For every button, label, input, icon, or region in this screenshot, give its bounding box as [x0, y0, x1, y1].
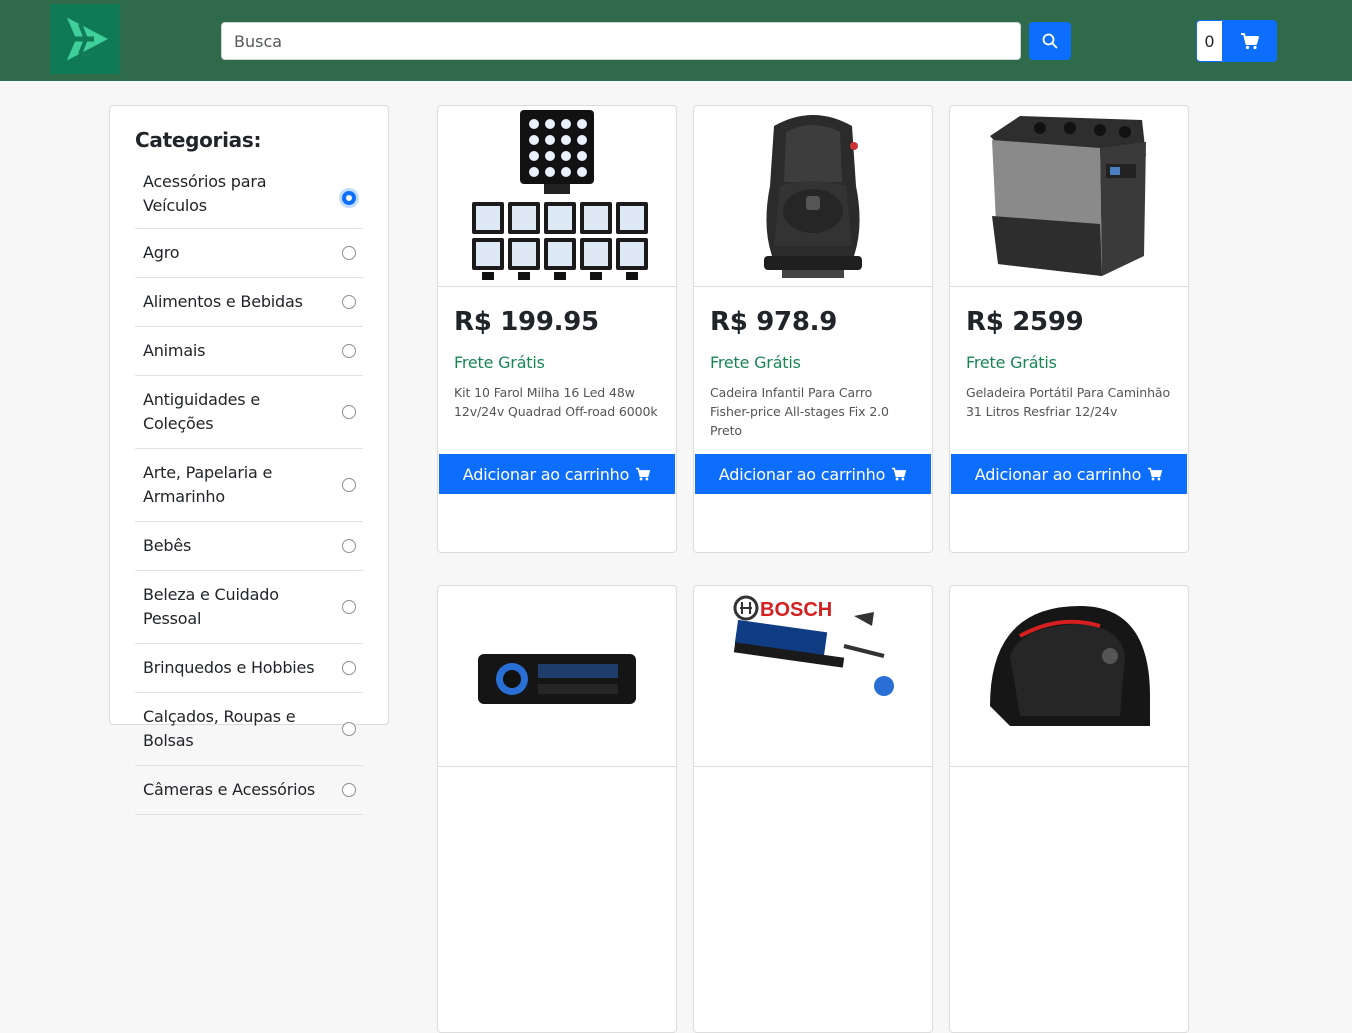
- header-bar: 0: [0, 0, 1352, 81]
- category-item[interactable]: Acessórios para Veículos: [135, 168, 363, 229]
- category-radio[interactable]: [342, 344, 356, 358]
- product-image-led-lights[interactable]: [438, 106, 676, 287]
- category-item[interactable]: Bebês: [135, 522, 363, 571]
- search-icon: [1042, 33, 1058, 49]
- category-item[interactable]: Arte, Papelaria e Armarinho: [135, 449, 363, 522]
- product-image-wiper-blades[interactable]: BOSCH: [694, 586, 932, 767]
- category-item[interactable]: Brinquedos e Hobbies: [135, 644, 363, 693]
- product-card: BOSCH: [693, 585, 933, 1033]
- add-to-cart-button[interactable]: Adicionar ao carrinho: [951, 454, 1187, 494]
- product-image-car-seat[interactable]: [694, 106, 932, 287]
- add-to-cart-button[interactable]: Adicionar ao carrinho: [695, 454, 931, 494]
- category-item[interactable]: Beleza e Cuidado Pessoal: [135, 571, 363, 644]
- product-card: [949, 585, 1189, 1033]
- category-label: Calçados, Roupas e Bolsas: [143, 707, 296, 750]
- category-radio[interactable]: [342, 783, 356, 797]
- cart-button[interactable]: [1222, 20, 1277, 62]
- product-price: R$ 2599: [966, 307, 1084, 337]
- product-title[interactable]: Cadeira Infantil Para Carro Fisher-price…: [710, 383, 916, 438]
- category-sidebar: Categorias: Acessórios para Veículos Agr…: [109, 105, 389, 815]
- free-shipping-label: Frete Grátis: [454, 353, 545, 372]
- category-radio[interactable]: [342, 295, 356, 309]
- category-label: Beleza e Cuidado Pessoal: [143, 585, 279, 628]
- product-title[interactable]: Kit 10 Farol Milha 16 Led 48w 12v/24v Qu…: [454, 383, 660, 423]
- category-radio[interactable]: [342, 405, 356, 419]
- category-label: Agro: [143, 243, 180, 262]
- product-card: [437, 585, 677, 1033]
- plane-logo-icon[interactable]: [50, 4, 120, 74]
- category-radio[interactable]: [342, 478, 356, 492]
- cart-group: 0: [1196, 20, 1277, 62]
- add-to-cart-label: Adicionar ao carrinho: [974, 464, 1142, 484]
- category-label: Animais: [143, 341, 206, 360]
- add-to-cart-label: Adicionar ao carrinho: [462, 464, 630, 484]
- category-radio[interactable]: [342, 661, 356, 675]
- add-to-cart-label: Adicionar ao carrinho: [718, 464, 886, 484]
- bosch-brand-text: BOSCH: [760, 599, 832, 621]
- category-label: Brinquedos e Hobbies: [143, 658, 315, 677]
- category-radio[interactable]: [342, 539, 356, 553]
- product-card: R$ 978.9 Frete Grátis Cadeira Infantil P…: [693, 105, 933, 553]
- free-shipping-label: Frete Grátis: [966, 353, 1057, 372]
- category-label: Câmeras e Acessórios: [143, 780, 316, 799]
- category-item[interactable]: Câmeras e Acessórios: [135, 766, 363, 815]
- shopping-cart-icon: [892, 467, 907, 481]
- category-item[interactable]: Alimentos e Bebidas: [135, 278, 363, 327]
- category-item[interactable]: Agro: [135, 229, 363, 278]
- category-item[interactable]: Calçados, Roupas e Bolsas: [135, 693, 363, 766]
- category-radio[interactable]: [342, 191, 356, 205]
- product-image-helmet[interactable]: [950, 586, 1188, 767]
- category-label: Acessórios para Veículos: [143, 172, 267, 215]
- category-radio[interactable]: [342, 600, 356, 614]
- shopping-cart-icon: [636, 467, 651, 481]
- category-label: Bebês: [143, 536, 192, 555]
- search-button[interactable]: [1029, 22, 1071, 60]
- free-shipping-label: Frete Grátis: [710, 353, 801, 372]
- category-label: Alimentos e Bebidas: [143, 292, 303, 311]
- add-to-cart-button[interactable]: Adicionar ao carrinho: [439, 454, 675, 494]
- product-price: R$ 978.9: [710, 307, 838, 337]
- sidebar-title: Categorias:: [135, 128, 262, 152]
- cart-count: 0: [1196, 20, 1222, 62]
- category-label: Antiguidades e Coleções: [143, 390, 260, 433]
- product-price: R$ 199.95: [454, 307, 599, 337]
- product-card: R$ 199.95 Frete Grátis Kit 10 Farol Milh…: [437, 105, 677, 553]
- category-label: Arte, Papelaria e Armarinho: [143, 463, 273, 506]
- category-radio[interactable]: [342, 722, 356, 736]
- category-radio[interactable]: [342, 246, 356, 260]
- category-item[interactable]: Animais: [135, 327, 363, 376]
- product-image-car-stereo[interactable]: [438, 586, 676, 767]
- product-title[interactable]: Geladeira Portátil Para Caminhão 31 Litr…: [966, 383, 1172, 423]
- product-image-portable-fridge[interactable]: [950, 106, 1188, 287]
- shopping-cart-icon: [1240, 33, 1259, 50]
- product-card: R$ 2599 Frete Grátis Geladeira Portátil …: [949, 105, 1189, 553]
- search-input[interactable]: [221, 22, 1021, 60]
- shopping-cart-icon: [1148, 467, 1163, 481]
- category-item[interactable]: Antiguidades e Coleções: [135, 376, 363, 449]
- category-list: Acessórios para Veículos Agro Alimentos …: [135, 168, 363, 815]
